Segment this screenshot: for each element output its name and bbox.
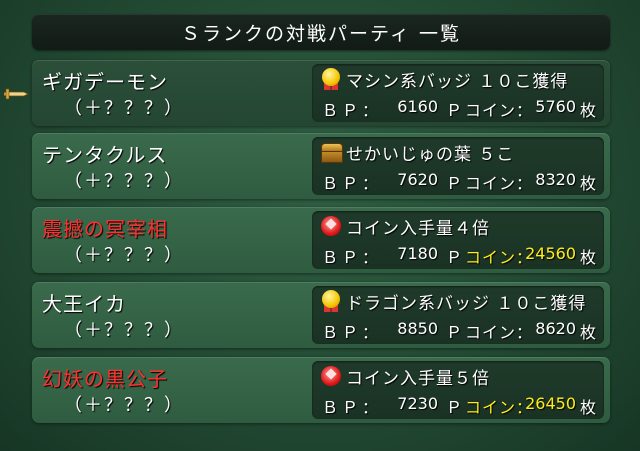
coin-value: 26450 bbox=[525, 394, 576, 413]
reward-panel: コイン入手量５倍 ＢＰ： 7230 Ｐ コイン： 26450 枚 bbox=[312, 361, 604, 419]
bp-value: 8850 bbox=[397, 319, 438, 338]
bp-unit: Ｐ bbox=[446, 101, 463, 120]
red-gem-icon bbox=[320, 365, 342, 387]
bp-unit: Ｐ bbox=[446, 174, 463, 193]
bp-unit: Ｐ bbox=[446, 323, 463, 342]
reward-panel: マシン系バッジ １０こ獲得 ＢＰ： 6160 Ｐ コイン： 5760 枚 bbox=[312, 64, 604, 122]
reward-text: コイン入手量４倍 bbox=[346, 218, 490, 239]
enemy-level: （＋？？？） bbox=[64, 395, 184, 416]
reward-panel: ドラゴン系バッジ １０こ獲得 ＢＰ： 8850 Ｐ コイン： 8620 枚 bbox=[312, 286, 604, 344]
party-row[interactable]: ギガデーモン （＋？？？） マシン系バッジ １０こ獲得 ＢＰ： 6160 Ｐ コイン： 576… bbox=[32, 60, 610, 126]
coin-value: 24560 bbox=[525, 244, 576, 263]
coin-unit: 枚 bbox=[579, 101, 596, 120]
reward-text: せかいじゅの葉 ５こ bbox=[346, 144, 515, 165]
reward-line: ドラゴン系バッジ １０こ獲得 bbox=[320, 289, 587, 314]
bp-value: 7180 bbox=[397, 244, 438, 263]
stats-line: ＢＰ： 6160 Ｐ コイン： 5760 枚 bbox=[320, 95, 598, 120]
reward-text: コイン入手量５倍 bbox=[346, 368, 490, 389]
reward-text: ドラゴン系バッジ １０こ獲得 bbox=[346, 293, 587, 314]
bp-unit: Ｐ bbox=[446, 248, 463, 267]
medal-icon bbox=[320, 68, 342, 90]
stats-line: ＢＰ： 8850 Ｐ コイン： 8620 枚 bbox=[320, 317, 598, 342]
medal-icon bbox=[320, 290, 342, 312]
enemy-level: （＋？？？） bbox=[64, 98, 184, 119]
coin-value: 5760 bbox=[535, 97, 576, 116]
enemy-name: 大王イカ bbox=[42, 292, 126, 316]
reward-line: マシン系バッジ １０こ獲得 bbox=[320, 67, 569, 92]
enemy-name: ギガデーモン bbox=[42, 70, 168, 94]
bp-value: 7230 bbox=[397, 394, 438, 413]
enemy-name: テンタクルス bbox=[42, 143, 168, 167]
coin-unit: 枚 bbox=[579, 323, 596, 342]
party-row[interactable]: 大王イカ （＋？？？） ドラゴン系バッジ １０こ獲得 ＢＰ： 8850 Ｐ コイン： 8620… bbox=[32, 282, 610, 348]
party-row[interactable]: 震撼の冥宰相 （＋？？？） コイン入手量４倍 ＢＰ： 7180 Ｐ コイン： 24560 枚 bbox=[32, 207, 610, 273]
bp-label: ＢＰ： bbox=[322, 248, 383, 267]
enemy-name: 震撼の冥宰相 bbox=[42, 217, 168, 241]
enemy-level: （＋？？？） bbox=[64, 171, 184, 192]
bp-value: 6160 bbox=[397, 97, 438, 116]
coin-label: コイン： bbox=[465, 101, 534, 120]
coin-label: コイン： bbox=[465, 174, 534, 193]
coin-value: 8320 bbox=[535, 170, 576, 189]
coin-label: コイン： bbox=[465, 248, 534, 267]
stats-line: ＢＰ： 7230 Ｐ コイン： 26450 枚 bbox=[320, 392, 598, 417]
enemy-name: 幻妖の黒公子 bbox=[42, 367, 168, 391]
party-row[interactable]: 幻妖の黒公子 （＋？？？） コイン入手量５倍 ＢＰ： 7230 Ｐ コイン： 26450 枚 bbox=[32, 357, 610, 423]
enemy-level: （＋？？？） bbox=[64, 245, 184, 266]
bp-label: ＢＰ： bbox=[322, 323, 383, 342]
reward-line: せかいじゅの葉 ５こ bbox=[320, 140, 515, 165]
coin-unit: 枚 bbox=[579, 398, 596, 417]
coin-label: コイン： bbox=[465, 323, 534, 342]
enemy-level: （＋？？？） bbox=[64, 320, 184, 341]
party-row[interactable]: テンタクルス （＋？？？） せかいじゅの葉 ５こ ＢＰ： 7620 Ｐ コイン： 8320 枚 bbox=[32, 133, 610, 199]
stats-line: ＢＰ： 7180 Ｐ コイン： 24560 枚 bbox=[320, 242, 598, 267]
coin-unit: 枚 bbox=[579, 174, 596, 193]
reward-line: コイン入手量４倍 bbox=[320, 214, 490, 239]
stats-line: ＢＰ： 7620 Ｐ コイン： 8320 枚 bbox=[320, 168, 598, 193]
reward-line: コイン入手量５倍 bbox=[320, 364, 490, 389]
bp-value: 7620 bbox=[397, 170, 438, 189]
reward-panel: せかいじゅの葉 ５こ ＢＰ： 7620 Ｐ コイン： 8320 枚 bbox=[312, 137, 604, 195]
bp-unit: Ｐ bbox=[446, 398, 463, 417]
coin-value: 8620 bbox=[535, 319, 576, 338]
reward-text: マシン系バッジ １０こ獲得 bbox=[346, 71, 569, 92]
bp-label: ＢＰ： bbox=[322, 101, 383, 120]
bp-label: ＢＰ： bbox=[322, 398, 383, 417]
red-gem-icon bbox=[320, 215, 342, 237]
coin-unit: 枚 bbox=[579, 248, 596, 267]
coin-label: コイン： bbox=[465, 398, 534, 417]
treasure-chest-icon bbox=[320, 141, 343, 163]
list-title: Ｓランクの対戦パーティ 一覧 bbox=[32, 14, 610, 50]
sword-cursor-icon bbox=[4, 88, 29, 100]
reward-panel: コイン入手量４倍 ＢＰ： 7180 Ｐ コイン： 24560 枚 bbox=[312, 211, 604, 269]
bp-label: ＢＰ： bbox=[322, 174, 383, 193]
